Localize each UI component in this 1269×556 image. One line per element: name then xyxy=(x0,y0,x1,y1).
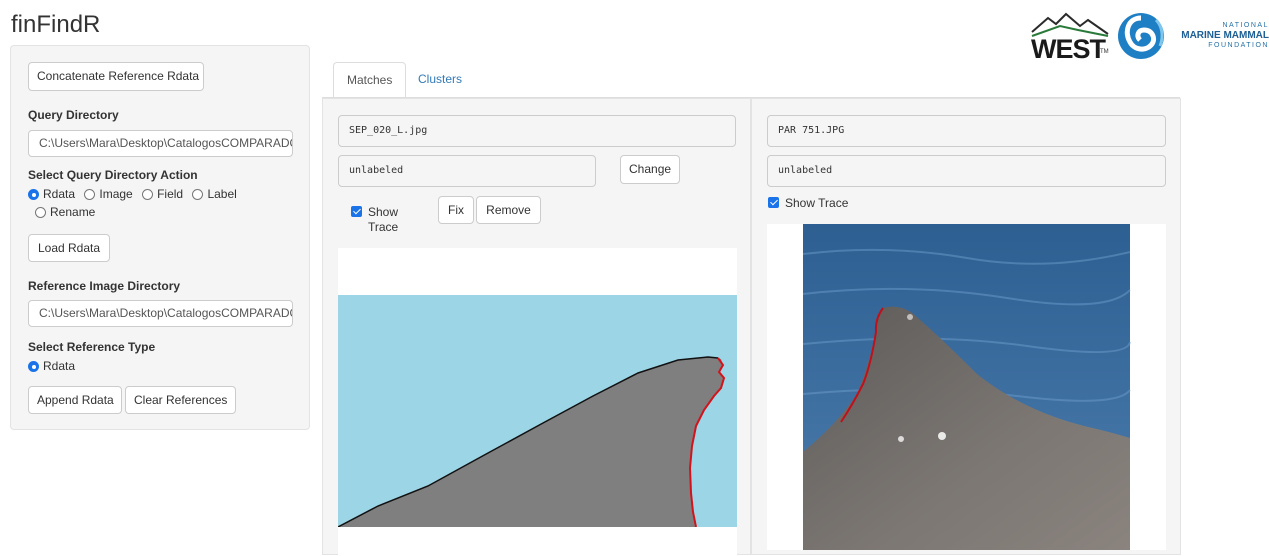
radio-field[interactable]: Field xyxy=(142,187,183,201)
tab-clusters[interactable]: Clusters xyxy=(405,62,475,98)
radio-label: Rename xyxy=(50,205,96,219)
radio-unchecked-icon[interactable] xyxy=(192,189,204,200)
radio-ref-rdata[interactable]: Rdata xyxy=(28,359,75,373)
west-logo-tm: TM xyxy=(1100,49,1109,55)
west-logo-text: WEST xyxy=(1031,34,1106,64)
load-rdata-button[interactable]: Load Rdata xyxy=(28,234,110,262)
show-trace-label-line1: Show xyxy=(368,205,399,219)
reference-type-radio-group: Rdata xyxy=(28,359,81,373)
query-action-label: Select Query Directory Action xyxy=(28,168,198,182)
radio-label: Field xyxy=(157,187,184,201)
radio-unchecked-icon[interactable] xyxy=(142,189,154,200)
checkbox-checked-icon[interactable] xyxy=(768,197,779,208)
radio-checked-icon[interactable] xyxy=(28,361,39,372)
west-logo: WEST TM xyxy=(1030,8,1110,64)
reference-filename-field[interactable]: PAR 751.JPG xyxy=(767,115,1166,147)
checkbox-checked-icon[interactable] xyxy=(351,206,362,217)
reference-directory-label: Reference Image Directory xyxy=(28,279,181,293)
sidebar-panel: Concatenate Reference Rdata Query Direct… xyxy=(10,45,310,430)
dolphin-fin-photo xyxy=(767,224,1166,550)
radio-label: Label xyxy=(207,187,237,201)
radio-image[interactable]: Image xyxy=(84,187,133,201)
reference-directory-input[interactable]: C:\Users\Mara\Desktop\CatalogosCOMPARADO… xyxy=(28,300,293,327)
query-fin-trace-image xyxy=(338,248,737,556)
radio-label-option[interactable]: Label xyxy=(192,187,237,201)
radio-label: Rdata xyxy=(43,359,76,373)
radio-checked-icon[interactable] xyxy=(28,189,39,200)
nmmf-line2: MARINE MAMMAL xyxy=(1181,30,1269,41)
radio-label: Rdata xyxy=(43,187,76,201)
query-show-trace-checkbox[interactable]: Show Trace xyxy=(351,205,411,235)
query-filename-field[interactable]: SEP_020_L.jpg xyxy=(338,115,736,147)
radio-unchecked-icon[interactable] xyxy=(35,207,46,218)
query-action-radio-group-row2: Rename xyxy=(35,205,101,219)
query-directory-label: Query Directory xyxy=(28,108,119,122)
nmmf-logo-text: NATIONAL MARINE MAMMAL FOUNDATION xyxy=(1170,22,1269,50)
app-title: finFindR xyxy=(11,11,101,38)
nmmf-line3: FOUNDATION xyxy=(1208,42,1269,49)
reference-panel: PAR 751.JPG unlabeled Show Trace xyxy=(751,98,1181,555)
fix-button[interactable]: Fix xyxy=(438,196,474,224)
radio-rdata[interactable]: Rdata xyxy=(28,187,75,201)
change-button[interactable]: Change xyxy=(620,155,680,184)
nmmf-line1: NATIONAL xyxy=(1222,22,1269,29)
reference-show-trace-checkbox[interactable]: Show Trace xyxy=(768,196,848,210)
show-trace-label-line2: Trace xyxy=(368,220,399,234)
show-trace-label: Show Trace xyxy=(785,196,849,210)
tab-matches[interactable]: Matches xyxy=(333,62,407,98)
query-panel: SEP_020_L.jpg unlabeled Change Show Trac… xyxy=(322,98,751,556)
append-rdata-button[interactable]: Append Rdata xyxy=(28,386,122,414)
reference-fin-photo xyxy=(767,224,1166,550)
concatenate-reference-button[interactable]: Concatenate Reference Rdata xyxy=(28,62,204,91)
radio-unchecked-icon[interactable] xyxy=(84,189,96,200)
clear-references-button[interactable]: Clear References xyxy=(125,386,236,414)
radio-label: Image xyxy=(99,187,133,201)
radio-rename[interactable]: Rename xyxy=(35,205,95,219)
nmmf-wave-icon xyxy=(1118,13,1164,59)
logos: WEST TM NATIONAL MARINE MAMMAL FOUNDATIO… xyxy=(1030,8,1269,66)
reference-label-field[interactable]: unlabeled xyxy=(767,155,1166,187)
fin-trace-drawing xyxy=(338,248,737,556)
remove-button[interactable]: Remove xyxy=(476,196,541,224)
query-action-radio-group: Rdata Image Field Label xyxy=(28,187,243,201)
query-label-field[interactable]: unlabeled xyxy=(338,155,596,187)
reference-type-label: Select Reference Type xyxy=(28,340,156,354)
query-directory-input[interactable]: C:\Users\Mara\Desktop\CatalogosCOMPARADO… xyxy=(28,130,293,157)
